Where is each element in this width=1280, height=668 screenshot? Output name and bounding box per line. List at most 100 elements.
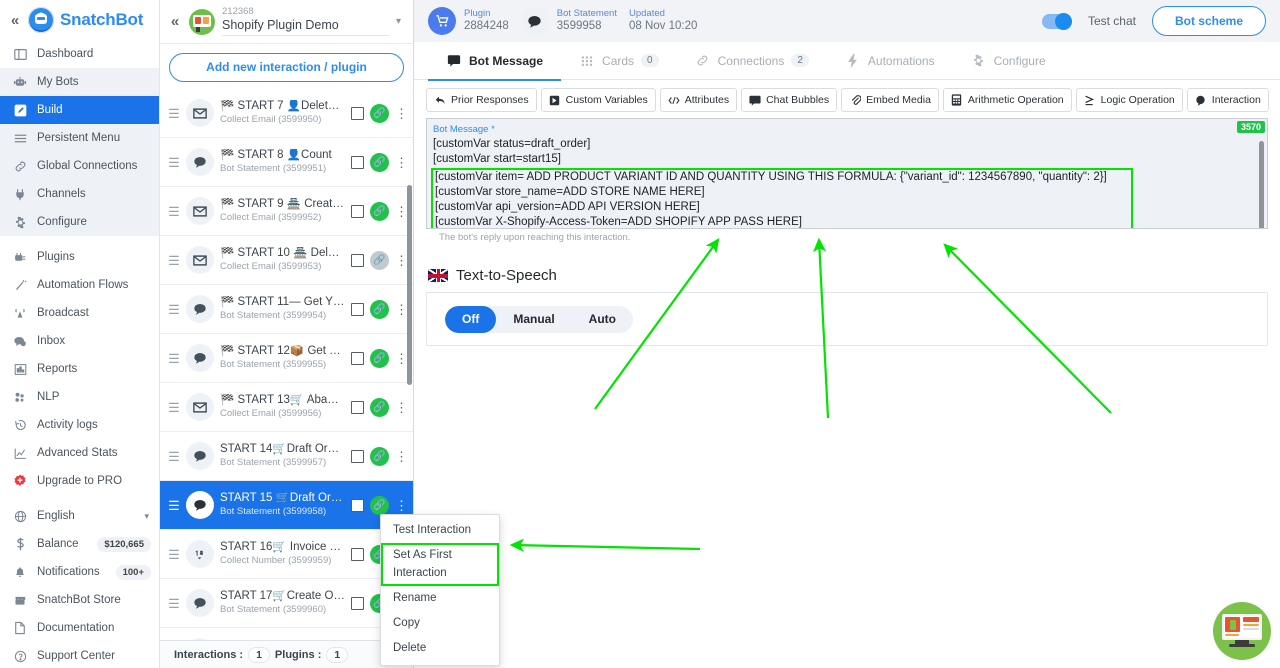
tab-configure[interactable]: Configure: [953, 42, 1064, 80]
row-checkbox[interactable]: [351, 400, 364, 414]
row-menu-icon[interactable]: ⋮: [395, 450, 408, 463]
toolbar-embed-media[interactable]: Embed Media: [841, 88, 939, 112]
sidebar-item-balance[interactable]: Balance $120,665: [0, 530, 159, 558]
sidebar-item-reports[interactable]: Reports: [0, 355, 159, 383]
row-menu-icon[interactable]: ⋮: [395, 352, 408, 365]
drag-handle-icon[interactable]: ☰: [168, 597, 180, 610]
drag-handle-icon[interactable]: ☰: [168, 303, 180, 316]
row-menu-icon[interactable]: ⋮: [395, 205, 408, 218]
drag-handle-icon[interactable]: ☰: [168, 205, 180, 218]
drag-handle-icon[interactable]: ☰: [168, 156, 180, 169]
sidebar-item-automation-flows[interactable]: Automation Flows: [0, 271, 159, 299]
toolbar-attributes[interactable]: Attributes: [659, 88, 738, 112]
chevron-down-icon[interactable]: ▾: [144, 511, 149, 522]
list-item[interactable]: ☰ START 17🛒Create O… Bot Statement (3599…: [160, 579, 413, 628]
context-menu-set-as-first-interaction[interactable]: Set As First Interaction: [381, 543, 499, 586]
sidebar-item-channels[interactable]: Channels: [0, 180, 159, 208]
tts-option-manual[interactable]: Manual: [496, 306, 571, 333]
list-item[interactable]: ☰ 🏁 START 10 🏯 Dele… Collect Email (3599…: [160, 236, 413, 285]
row-menu-icon[interactable]: ⋮: [395, 303, 408, 316]
toolbar-arithmetic-operation[interactable]: Arithmetic Operation: [942, 88, 1072, 112]
context-menu-delete[interactable]: Delete: [381, 636, 499, 661]
sidebar-item-my-bots[interactable]: My Bots: [0, 68, 159, 96]
sidebar-item-activity-logs[interactable]: Activity logs: [0, 411, 159, 439]
sidebar-item-snatchbot-store[interactable]: SnatchBot Store: [0, 586, 159, 614]
toolbar-custom-variables[interactable]: Custom Variables: [540, 88, 656, 112]
row-checkbox[interactable]: [351, 302, 364, 316]
sidebar-item-global-connections[interactable]: Global Connections: [0, 152, 159, 180]
sidebar-item-build[interactable]: Build: [0, 96, 159, 124]
row-checkbox[interactable]: [351, 449, 364, 463]
list-collapse-icon[interactable]: «: [168, 14, 182, 29]
test-chat-toggle[interactable]: [1041, 12, 1072, 30]
tab-cards[interactable]: Cards 0: [561, 42, 677, 80]
bot-selector-header[interactable]: « 212368 Shopify Plugin Demo ▾: [160, 0, 413, 44]
list-item[interactable]: ☰ START 16🛒 Invoice … Collect Number (35…: [160, 530, 413, 579]
drag-handle-icon[interactable]: ☰: [168, 548, 180, 561]
sidebar-item-advanced-stats[interactable]: Advanced Stats: [0, 439, 159, 467]
sidebar-item-notifications[interactable]: Notifications 100+: [0, 558, 159, 586]
list-item[interactable]: ☰ 🏁 START 11— Get Y… Bot Statement (3599…: [160, 285, 413, 334]
context-menu-copy[interactable]: Copy: [381, 611, 499, 636]
sidebar-item-dashboard[interactable]: Dashboard: [0, 40, 159, 68]
bot-message-textarea[interactable]: Bot Message * [customVar status=draft_or…: [426, 118, 1268, 229]
editor-scrollbar-thumb[interactable]: [1259, 141, 1264, 228]
sidebar-item-plugins[interactable]: Plugins: [0, 243, 159, 271]
sidebar-item-persistent-menu[interactable]: Persistent Menu: [0, 124, 159, 152]
row-checkbox[interactable]: [351, 596, 364, 610]
tab-connections[interactable]: Connections 2: [677, 42, 827, 80]
sidebar-item-broadcast[interactable]: Broadcast: [0, 299, 159, 327]
drag-handle-icon[interactable]: ☰: [168, 499, 180, 512]
sidebar-item-language[interactable]: English ▾: [0, 502, 159, 530]
toolbar-chat-bubbles[interactable]: Chat Bubbles: [741, 88, 838, 112]
sidebar-item-inbox[interactable]: Inbox: [0, 327, 159, 355]
link-icon[interactable]: 🔗: [370, 495, 389, 515]
row-menu-icon[interactable]: ⋮: [395, 401, 408, 414]
row-checkbox[interactable]: [351, 253, 364, 267]
drag-handle-icon[interactable]: ☰: [168, 107, 180, 120]
link-icon[interactable]: 🔗: [370, 299, 389, 319]
list-item[interactable]: ☰ START 14🛒Draft Or… Bot Statement (3599…: [160, 432, 413, 481]
row-menu-icon[interactable]: ⋮: [395, 156, 408, 169]
list-item[interactable]: ☰ 🏁 START 8 👤Count Bot Statement (359995…: [160, 138, 413, 187]
sidebar-item-nlp[interactable]: NLP: [0, 383, 159, 411]
context-menu-test-interaction[interactable]: Test Interaction: [381, 518, 499, 543]
row-menu-icon[interactable]: ⋮: [395, 499, 408, 512]
row-checkbox[interactable]: [351, 351, 364, 365]
row-menu-icon[interactable]: ⋮: [395, 107, 408, 120]
link-icon[interactable]: 🔗: [370, 397, 389, 417]
tab-automations[interactable]: Automations: [827, 42, 953, 80]
add-new-interaction-button[interactable]: Add new interaction / plugin: [169, 53, 404, 82]
list-item-selected[interactable]: ☰ START 15 🛒Draft Or… Bot Statement (359…: [160, 481, 413, 530]
list-item[interactable]: ☰ 🏁 START 7 👤Delete… Collect Email (3599…: [160, 89, 413, 138]
row-checkbox[interactable]: [351, 498, 364, 512]
row-checkbox[interactable]: [351, 547, 364, 561]
list-item[interactable]: ☰ 🏁 START 13🛒 Aban… Collect Email (35999…: [160, 383, 413, 432]
list-item[interactable]: ☰ 🏁 START 9 🏯 Creat… Collect Email (3599…: [160, 187, 413, 236]
bot-scheme-button[interactable]: Bot scheme: [1151, 6, 1266, 36]
sidebar-collapse-icon[interactable]: «: [8, 13, 22, 28]
context-menu-rename[interactable]: Rename: [381, 586, 499, 611]
drag-handle-icon[interactable]: ☰: [168, 401, 180, 414]
chat-launcher-button[interactable]: [1213, 602, 1271, 660]
sidebar-item-documentation[interactable]: Documentation: [0, 614, 159, 642]
link-icon[interactable]: 🔗: [370, 250, 389, 270]
chevron-down-icon[interactable]: ▾: [396, 16, 405, 27]
drag-handle-icon[interactable]: ☰: [168, 254, 180, 267]
link-icon[interactable]: 🔗: [370, 201, 389, 221]
list-item[interactable]: ☰ 🏁 START 12📦 Get P… Bot Statement (3599…: [160, 334, 413, 383]
tts-option-off[interactable]: Off: [445, 305, 497, 333]
drag-handle-icon[interactable]: ☰: [168, 450, 180, 463]
list-item[interactable]: ☰: [160, 628, 413, 640]
sidebar-item-upgrade-to-pro[interactable]: Upgrade to PRO: [0, 467, 159, 495]
tab-bot-message[interactable]: Bot Message: [428, 42, 562, 81]
link-icon[interactable]: 🔗: [370, 348, 389, 368]
row-checkbox[interactable]: [351, 106, 364, 120]
row-menu-icon[interactable]: ⋮: [395, 254, 408, 267]
row-checkbox[interactable]: [351, 155, 364, 169]
link-icon[interactable]: 🔗: [370, 446, 389, 466]
list-scrollbar-thumb[interactable]: [407, 185, 412, 385]
link-icon[interactable]: 🔗: [370, 152, 389, 172]
row-checkbox[interactable]: [351, 204, 364, 218]
sidebar-item-support-center[interactable]: Support Center: [0, 642, 159, 668]
